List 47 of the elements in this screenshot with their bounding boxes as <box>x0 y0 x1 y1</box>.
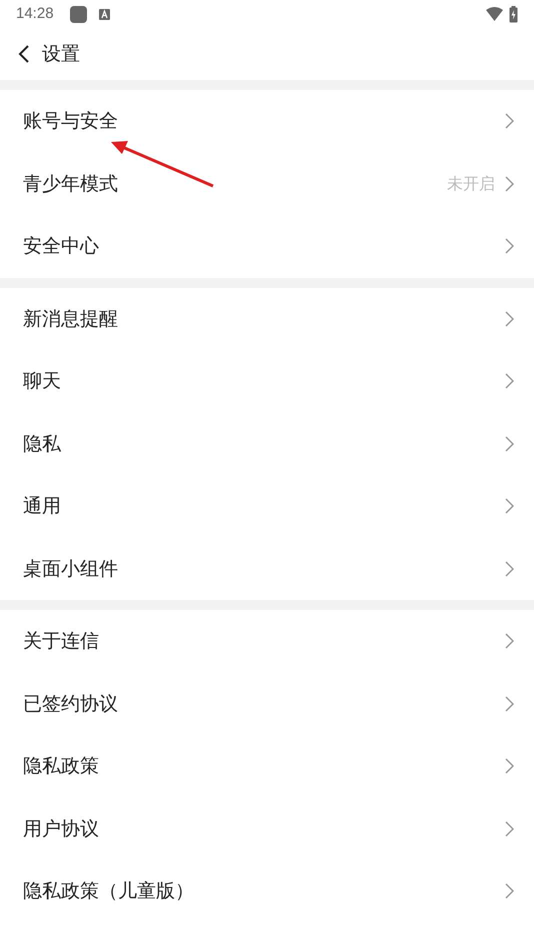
chevron-right-icon <box>505 176 514 192</box>
row-label: 账号与安全 <box>23 109 118 134</box>
row-label: 安全中心 <box>23 234 99 259</box>
app-notification-icon <box>70 6 87 22</box>
wifi-icon <box>486 7 503 21</box>
settings-row[interactable]: 青少年模式 未开启 <box>0 152 534 215</box>
row-label: 已签约协议 <box>23 692 118 716</box>
row-label: 隐私 <box>23 432 61 456</box>
chevron-right-icon <box>505 696 514 712</box>
chevron-right-icon <box>505 113 514 130</box>
chevron-right-icon <box>505 560 514 577</box>
row-label: 青少年模式 <box>23 172 118 196</box>
settings-row[interactable]: 聊天 <box>0 350 534 412</box>
chevron-right-icon <box>505 436 514 452</box>
back-icon <box>18 44 30 64</box>
settings-row[interactable]: 用户协议 <box>0 798 534 860</box>
row-label: 隐私政策 <box>23 754 99 779</box>
settings-row[interactable]: 通用 <box>0 475 534 538</box>
row-label: 新消息提醒 <box>23 306 118 332</box>
settings-row[interactable]: 安全中心 <box>0 215 534 278</box>
chevron-right-icon <box>505 633 514 650</box>
settings-row[interactable]: 新消息提醒 <box>0 288 534 350</box>
chevron-right-icon <box>505 373 514 390</box>
row-label: 隐私政策（儿童版） <box>23 879 194 904</box>
settings-row[interactable]: 隐私政策 <box>0 735 534 798</box>
chevron-right-icon <box>505 883 514 900</box>
settings-row[interactable]: 桌面小组件 <box>0 538 534 600</box>
chevron-right-icon <box>505 758 514 774</box>
row-value: 未开启 <box>447 172 495 195</box>
battery-icon <box>509 6 518 22</box>
chevron-right-icon <box>505 238 514 254</box>
keyboard-notification-icon <box>98 8 110 20</box>
chevron-right-icon <box>505 310 514 327</box>
chevron-right-icon <box>505 820 514 837</box>
page-title: 设置 <box>42 42 80 67</box>
row-label: 桌面小组件 <box>23 556 118 582</box>
settings-row[interactable]: 账号与安全 <box>0 90 534 152</box>
row-label: 通用 <box>23 494 61 519</box>
row-label: 用户协议 <box>23 816 99 842</box>
chevron-right-icon <box>505 498 514 514</box>
row-label: 关于连信 <box>23 629 99 654</box>
settings-row[interactable]: 关于连信 <box>0 610 534 672</box>
settings-row[interactable]: 隐私 <box>0 412 534 475</box>
settings-row[interactable]: 隐私政策（儿童版） <box>0 860 534 922</box>
settings-row[interactable]: 已签约协议 <box>0 672 534 735</box>
status-time: 14:28 <box>16 4 54 24</box>
row-label: 聊天 <box>23 369 61 394</box>
